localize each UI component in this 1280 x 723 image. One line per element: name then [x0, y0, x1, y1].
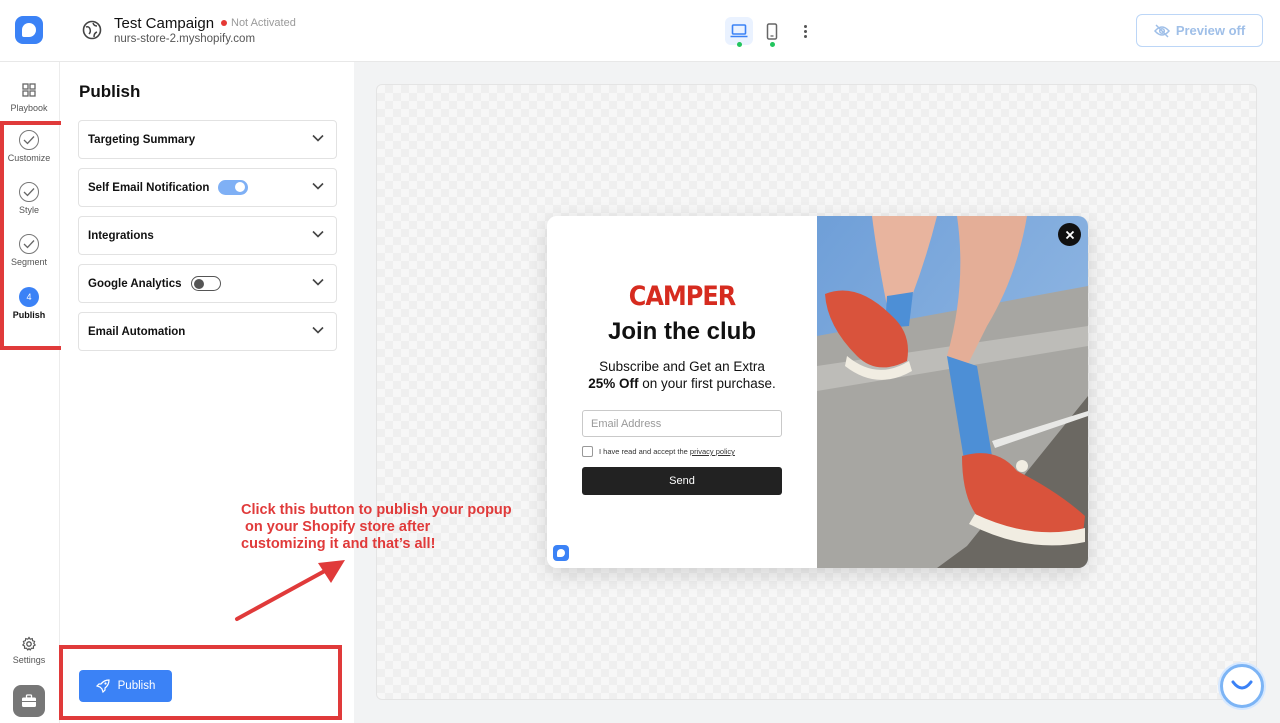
subtitle-rest: on your first purchase. [638, 376, 776, 391]
status-dot-icon [221, 20, 227, 26]
section-label: Google Analytics [88, 277, 182, 290]
consent-row: I have read and accept the privacy polic… [582, 446, 735, 457]
globe-icon [82, 20, 102, 40]
desktop-icon [730, 24, 748, 38]
status-badge: Not Activated [221, 17, 296, 29]
rail-label-settings: Settings [12, 655, 46, 665]
send-button[interactable]: Send [582, 467, 782, 495]
campaign-title: Test Campaign [114, 15, 215, 32]
app-badge-icon [553, 545, 569, 561]
popup-image [817, 216, 1088, 568]
briefcase-icon [22, 694, 36, 707]
top-bar: Test Campaign Not Activated nurs-store-2… [0, 0, 1280, 62]
popup-headline: Join the club [607, 318, 756, 345]
section-label: Self Email Notification [88, 181, 210, 194]
gear-icon [21, 636, 37, 651]
preview-toggle-button[interactable]: Preview off [1136, 14, 1263, 47]
consent-text: I have read and accept the privacy polic… [599, 447, 735, 456]
email-field[interactable] [582, 410, 782, 437]
more-options-icon[interactable] [796, 20, 814, 42]
mobile-icon [766, 22, 778, 40]
chevron-down-icon [312, 230, 324, 238]
popup-subtitle-line1: Subscribe and Get an Extra [599, 359, 765, 374]
section-self-email-notification[interactable]: Self Email Notification [78, 168, 337, 207]
app-logo-icon[interactable] [15, 16, 43, 44]
consent-checkbox[interactable] [582, 446, 593, 457]
brand-logo: CAMPER [628, 280, 737, 312]
rail-label-playbook: Playbook [10, 103, 48, 113]
grid-icon [22, 83, 36, 97]
close-popup-button[interactable] [1058, 223, 1081, 246]
annotation-line2: on your Shopify store after [241, 519, 431, 535]
desktop-view-button[interactable] [725, 17, 753, 45]
highlight-box-steps [0, 121, 66, 350]
highlight-box-publish [59, 645, 342, 720]
chevron-down-icon [312, 134, 324, 142]
section-label: Integrations [88, 229, 154, 242]
privacy-policy-link[interactable]: privacy policy [690, 447, 735, 456]
chevron-down-icon [312, 182, 324, 190]
popup-subtitle-line2: 25% Off on your first purchase. [547, 376, 817, 391]
chevron-down-icon [312, 326, 324, 334]
annotation-line1: Click this button to publish your popup [241, 502, 512, 518]
chevron-down-icon [312, 278, 324, 286]
annotation-line3: customizing it and that’s all! [241, 536, 436, 552]
section-integrations[interactable]: Integrations [78, 216, 337, 255]
status-text: Not Activated [231, 17, 296, 29]
section-label: Email Automation [88, 325, 186, 338]
shoe-photo-image [817, 216, 1088, 568]
rail-item-settings[interactable]: Settings [0, 636, 58, 665]
panel-title: Publish [79, 82, 141, 101]
desktop-active-dot [737, 42, 742, 47]
section-targeting-summary[interactable]: Targeting Summary [78, 120, 337, 159]
chat-widget-button[interactable] [1220, 664, 1264, 708]
section-email-automation[interactable]: Email Automation [78, 312, 337, 351]
annotation-text: Click this button to publish your popup … [241, 502, 531, 553]
store-url: nurs-store-2.myshopify.com [114, 33, 256, 45]
popup-content: CAMPER Join the club Subscribe and Get a… [547, 216, 817, 568]
section-google-analytics[interactable]: Google Analytics [78, 264, 337, 303]
google-analytics-toggle[interactable] [190, 276, 221, 291]
self-email-toggle[interactable] [218, 180, 249, 195]
briefcase-button[interactable] [13, 685, 45, 717]
annotation-arrow-icon [235, 560, 345, 621]
mobile-active-dot [770, 42, 775, 47]
mobile-view-button[interactable] [758, 17, 786, 45]
rail-item-playbook[interactable]: Playbook [0, 80, 58, 113]
discount-text: 25% Off [588, 376, 639, 391]
section-label: Targeting Summary [88, 133, 196, 146]
popup-preview: CAMPER Join the club Subscribe and Get a… [547, 216, 1088, 568]
close-icon [1065, 230, 1074, 239]
smile-icon [1231, 680, 1253, 690]
preview-button-label: Preview off [1175, 23, 1246, 38]
eye-off-icon [1153, 23, 1170, 38]
